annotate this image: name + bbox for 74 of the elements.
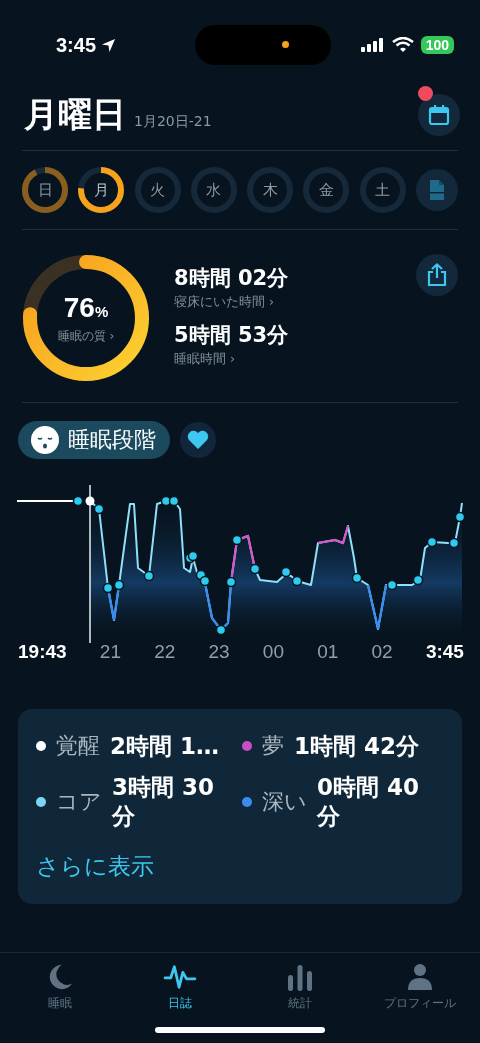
duration-link[interactable]: 睡眠時間 › xyxy=(174,351,392,368)
sleep-stage-tab[interactable]: 睡眠段階 xyxy=(18,421,170,459)
share-icon xyxy=(426,263,448,287)
data-point xyxy=(93,503,105,515)
data-point xyxy=(231,534,243,546)
data-point xyxy=(113,579,125,591)
data-point xyxy=(225,576,237,588)
hour-label: 22 xyxy=(154,641,176,663)
sleeping-face-icon xyxy=(30,425,60,455)
hour-label: 21 xyxy=(99,641,121,663)
data-point xyxy=(351,572,363,584)
data-point xyxy=(168,495,180,507)
stage-duration: 3時間 30分 xyxy=(112,773,216,831)
data-point xyxy=(143,570,155,582)
stage-duration: 2時間 1… xyxy=(110,731,219,761)
data-point xyxy=(454,511,466,523)
day-ring-button[interactable]: 火 xyxy=(134,167,181,213)
data-point xyxy=(386,579,398,591)
duration-link[interactable]: 寝床にいた時間 › xyxy=(174,294,392,311)
stage-name: コア xyxy=(56,787,102,816)
heart-icon xyxy=(187,430,209,450)
battery-indicator: 100 xyxy=(420,36,454,54)
duration-value: 5時間 53分 xyxy=(174,322,290,349)
calendar-icon xyxy=(428,104,450,126)
day-ring-button[interactable]: 土 xyxy=(359,167,406,213)
stage-name: 覚醒 xyxy=(56,732,100,760)
location-icon xyxy=(101,37,117,53)
tab-bar-item[interactable]: プロフィール xyxy=(360,953,480,1013)
date-range: 1月20日-21 xyxy=(134,113,212,131)
person-icon xyxy=(407,963,433,991)
data-point xyxy=(215,624,227,636)
share-button[interactable] xyxy=(416,254,458,296)
signal-icon xyxy=(360,38,385,52)
day-ring-button[interactable]: 金 xyxy=(303,167,350,213)
data-point xyxy=(448,537,460,549)
cursor-point xyxy=(85,496,95,506)
stage-name: 夢 xyxy=(262,732,284,760)
data-point xyxy=(199,575,211,587)
data-point xyxy=(102,582,114,594)
stage-name: 深い xyxy=(262,787,307,816)
hour-label: 23 xyxy=(208,641,230,663)
calendar-button[interactable] xyxy=(418,94,460,136)
tab-bar-item[interactable]: 日誌 xyxy=(120,953,240,1013)
bar-chart-icon xyxy=(287,963,313,991)
data-point xyxy=(249,563,261,575)
tab-bar-item[interactable]: 睡眠 xyxy=(0,953,120,1013)
status-time: 3:45 xyxy=(56,33,97,57)
day-title: 月曜日 xyxy=(24,93,126,136)
end-time-label: 3:45 xyxy=(425,641,464,663)
day-ring-button[interactable]: 月 xyxy=(78,167,125,213)
sleep-quality-score: 76% xyxy=(63,292,109,324)
day-ring-button[interactable]: 木 xyxy=(247,167,294,213)
stage-duration: 1時間 42分 xyxy=(294,731,420,761)
hour-label: 01 xyxy=(317,641,339,663)
report-button[interactable] xyxy=(415,169,458,211)
start-time-label: 19:43 xyxy=(18,641,67,663)
heart-button[interactable] xyxy=(180,422,216,458)
stage-duration: 0時間 40分 xyxy=(317,773,421,831)
data-point xyxy=(72,495,84,507)
data-point xyxy=(426,536,438,548)
data-point xyxy=(280,566,292,578)
data-point xyxy=(291,575,303,587)
wifi-icon xyxy=(391,37,414,53)
day-ring-button[interactable]: 水 xyxy=(190,167,237,213)
document-icon xyxy=(427,179,446,201)
hour-label: 00 xyxy=(262,641,284,663)
hour-label: 02 xyxy=(371,641,393,663)
tab-bar-item[interactable]: 統計 xyxy=(240,953,360,1013)
show-more-link[interactable]: さらに表示 xyxy=(36,850,154,882)
day-ring-button[interactable]: 日 xyxy=(22,167,68,213)
data-point xyxy=(412,574,424,586)
waveform-icon xyxy=(163,963,197,991)
duration-value: 8時間 02分 xyxy=(174,265,290,292)
sleep-quality-link[interactable]: 睡眠の質 › xyxy=(57,328,115,345)
